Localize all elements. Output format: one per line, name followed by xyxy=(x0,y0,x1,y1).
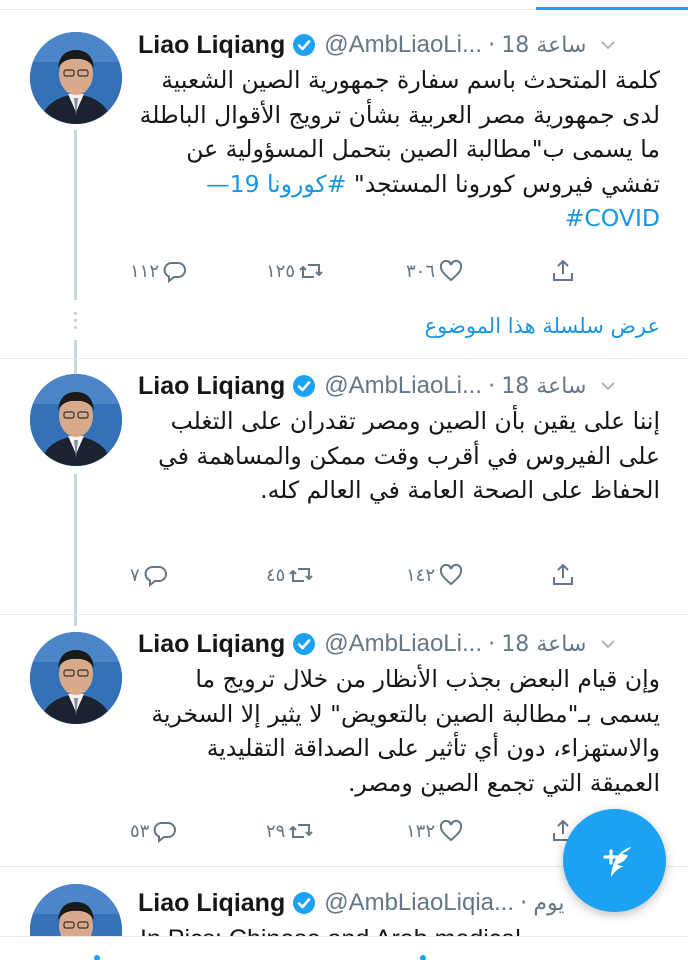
tweet-actions: ١١٢ ١٢٥ ٣٠٦ xyxy=(130,256,590,286)
separator-dot: · xyxy=(520,890,528,916)
share-button[interactable] xyxy=(550,256,576,286)
timestamp[interactable]: 18 ساعة xyxy=(501,33,586,58)
retweet-button[interactable]: ١٢٥ xyxy=(266,256,324,286)
timestamp[interactable]: 18 ساعة xyxy=(501,374,586,399)
avatar[interactable] xyxy=(30,884,122,936)
heart-icon xyxy=(439,259,463,282)
separator-dot: · xyxy=(488,373,496,399)
heart-icon xyxy=(439,563,463,586)
like-count: ١٤٢ xyxy=(406,564,436,586)
like-count: ٣٠٦ xyxy=(406,260,436,282)
divider xyxy=(0,614,688,615)
like-count: ١٣٢ xyxy=(406,820,436,842)
heart-icon xyxy=(439,819,463,842)
thread-line xyxy=(74,130,77,300)
timestamp[interactable]: يوم xyxy=(533,891,564,916)
tweet-text: كلمة المتحدث باسم سفارة جمهورية الصين ال… xyxy=(138,63,660,236)
bottom-nav-bar xyxy=(0,936,688,960)
reply-count: ٧ xyxy=(130,564,140,586)
author-handle[interactable]: @AmbLiaoLi... xyxy=(324,372,482,400)
verified-badge-icon xyxy=(293,633,316,655)
separator-dot: · xyxy=(488,32,496,58)
tweet-header: Liao Liqiang @AmbLiaoLi... · 18 ساعة xyxy=(138,627,668,661)
nav-indicator-dot xyxy=(94,955,100,960)
share-icon xyxy=(553,563,573,585)
tweet-actions: ٥٣ ٢٩ ١٣٢ xyxy=(130,816,590,846)
avatar[interactable] xyxy=(30,632,122,724)
like-button[interactable]: ١٣٢ xyxy=(406,816,464,846)
author-name[interactable]: Liao Liqiang xyxy=(138,31,285,60)
author-name[interactable]: Liao Liqiang xyxy=(138,630,285,659)
thread-line xyxy=(74,340,77,374)
tweet-text: إننا على يقين بأن الصين ومصر تقدران على … xyxy=(158,407,660,504)
tweet-header: Liao Liqiang @AmbLiaoLi... · 18 ساعة xyxy=(138,369,668,403)
divider xyxy=(0,358,688,359)
active-tab-indicator xyxy=(536,7,688,10)
show-thread-link[interactable]: عرض سلسلة هذا الموضوع xyxy=(425,314,660,338)
retweet-count: ١٢٥ xyxy=(266,260,296,282)
like-button[interactable]: ٣٠٦ xyxy=(406,256,464,286)
author-name[interactable]: Liao Liqiang xyxy=(138,889,285,918)
retweet-icon xyxy=(289,824,314,838)
compose-tweet-icon xyxy=(602,846,631,877)
tweet-header: Liao Liqiang @AmbLiaoLi... · 18 ساعة xyxy=(138,28,668,62)
retweet-icon xyxy=(299,264,323,278)
reply-count: ٥٣ xyxy=(130,820,150,842)
author-handle[interactable]: @AmbLiaoLi... xyxy=(324,630,482,658)
tweet-actions: ٧ ٤٥ ١٤٢ xyxy=(130,560,590,590)
compose-tweet-button[interactable] xyxy=(563,809,666,912)
share-icon xyxy=(553,259,573,281)
chevron-down-icon[interactable] xyxy=(598,376,618,396)
reply-count: ١١٢ xyxy=(130,260,160,282)
tweet-text: وإن قيام البعض بجذب الأنظار من خلال تروي… xyxy=(151,665,660,797)
thread-line xyxy=(74,474,77,626)
nav-indicator-dot xyxy=(420,955,426,960)
retweet-count: ٤٥ xyxy=(266,564,286,586)
chevron-down-icon[interactable] xyxy=(598,35,618,55)
share-button[interactable] xyxy=(550,560,576,590)
like-button[interactable]: ١٤٢ xyxy=(406,560,464,590)
reply-button[interactable]: ٥٣ xyxy=(130,816,178,846)
retweet-icon xyxy=(289,568,314,582)
chevron-down-icon[interactable] xyxy=(598,634,618,654)
avatar[interactable] xyxy=(30,374,122,466)
retweet-button[interactable]: ٢٩ xyxy=(266,816,314,846)
reply-button[interactable]: ١١٢ xyxy=(130,256,188,286)
verified-badge-icon xyxy=(293,892,316,914)
reply-icon xyxy=(144,566,167,588)
retweet-button[interactable]: ٤٥ xyxy=(266,560,314,590)
reply-icon xyxy=(163,262,187,284)
thread-dots xyxy=(74,312,77,333)
author-handle[interactable]: @AmbLiaoLi... xyxy=(324,31,482,59)
reply-icon xyxy=(153,822,177,844)
retweet-count: ٢٩ xyxy=(266,820,286,842)
reply-button[interactable]: ٧ xyxy=(130,560,169,590)
verified-badge-icon xyxy=(293,34,316,56)
verified-badge-icon xyxy=(293,375,316,397)
author-name[interactable]: Liao Liqiang xyxy=(138,372,285,401)
timestamp[interactable]: 18 ساعة xyxy=(501,632,586,657)
separator-dot: · xyxy=(488,631,496,657)
author-handle[interactable]: @AmbLiaoLiqia... xyxy=(324,889,514,917)
avatar[interactable] xyxy=(30,32,122,124)
